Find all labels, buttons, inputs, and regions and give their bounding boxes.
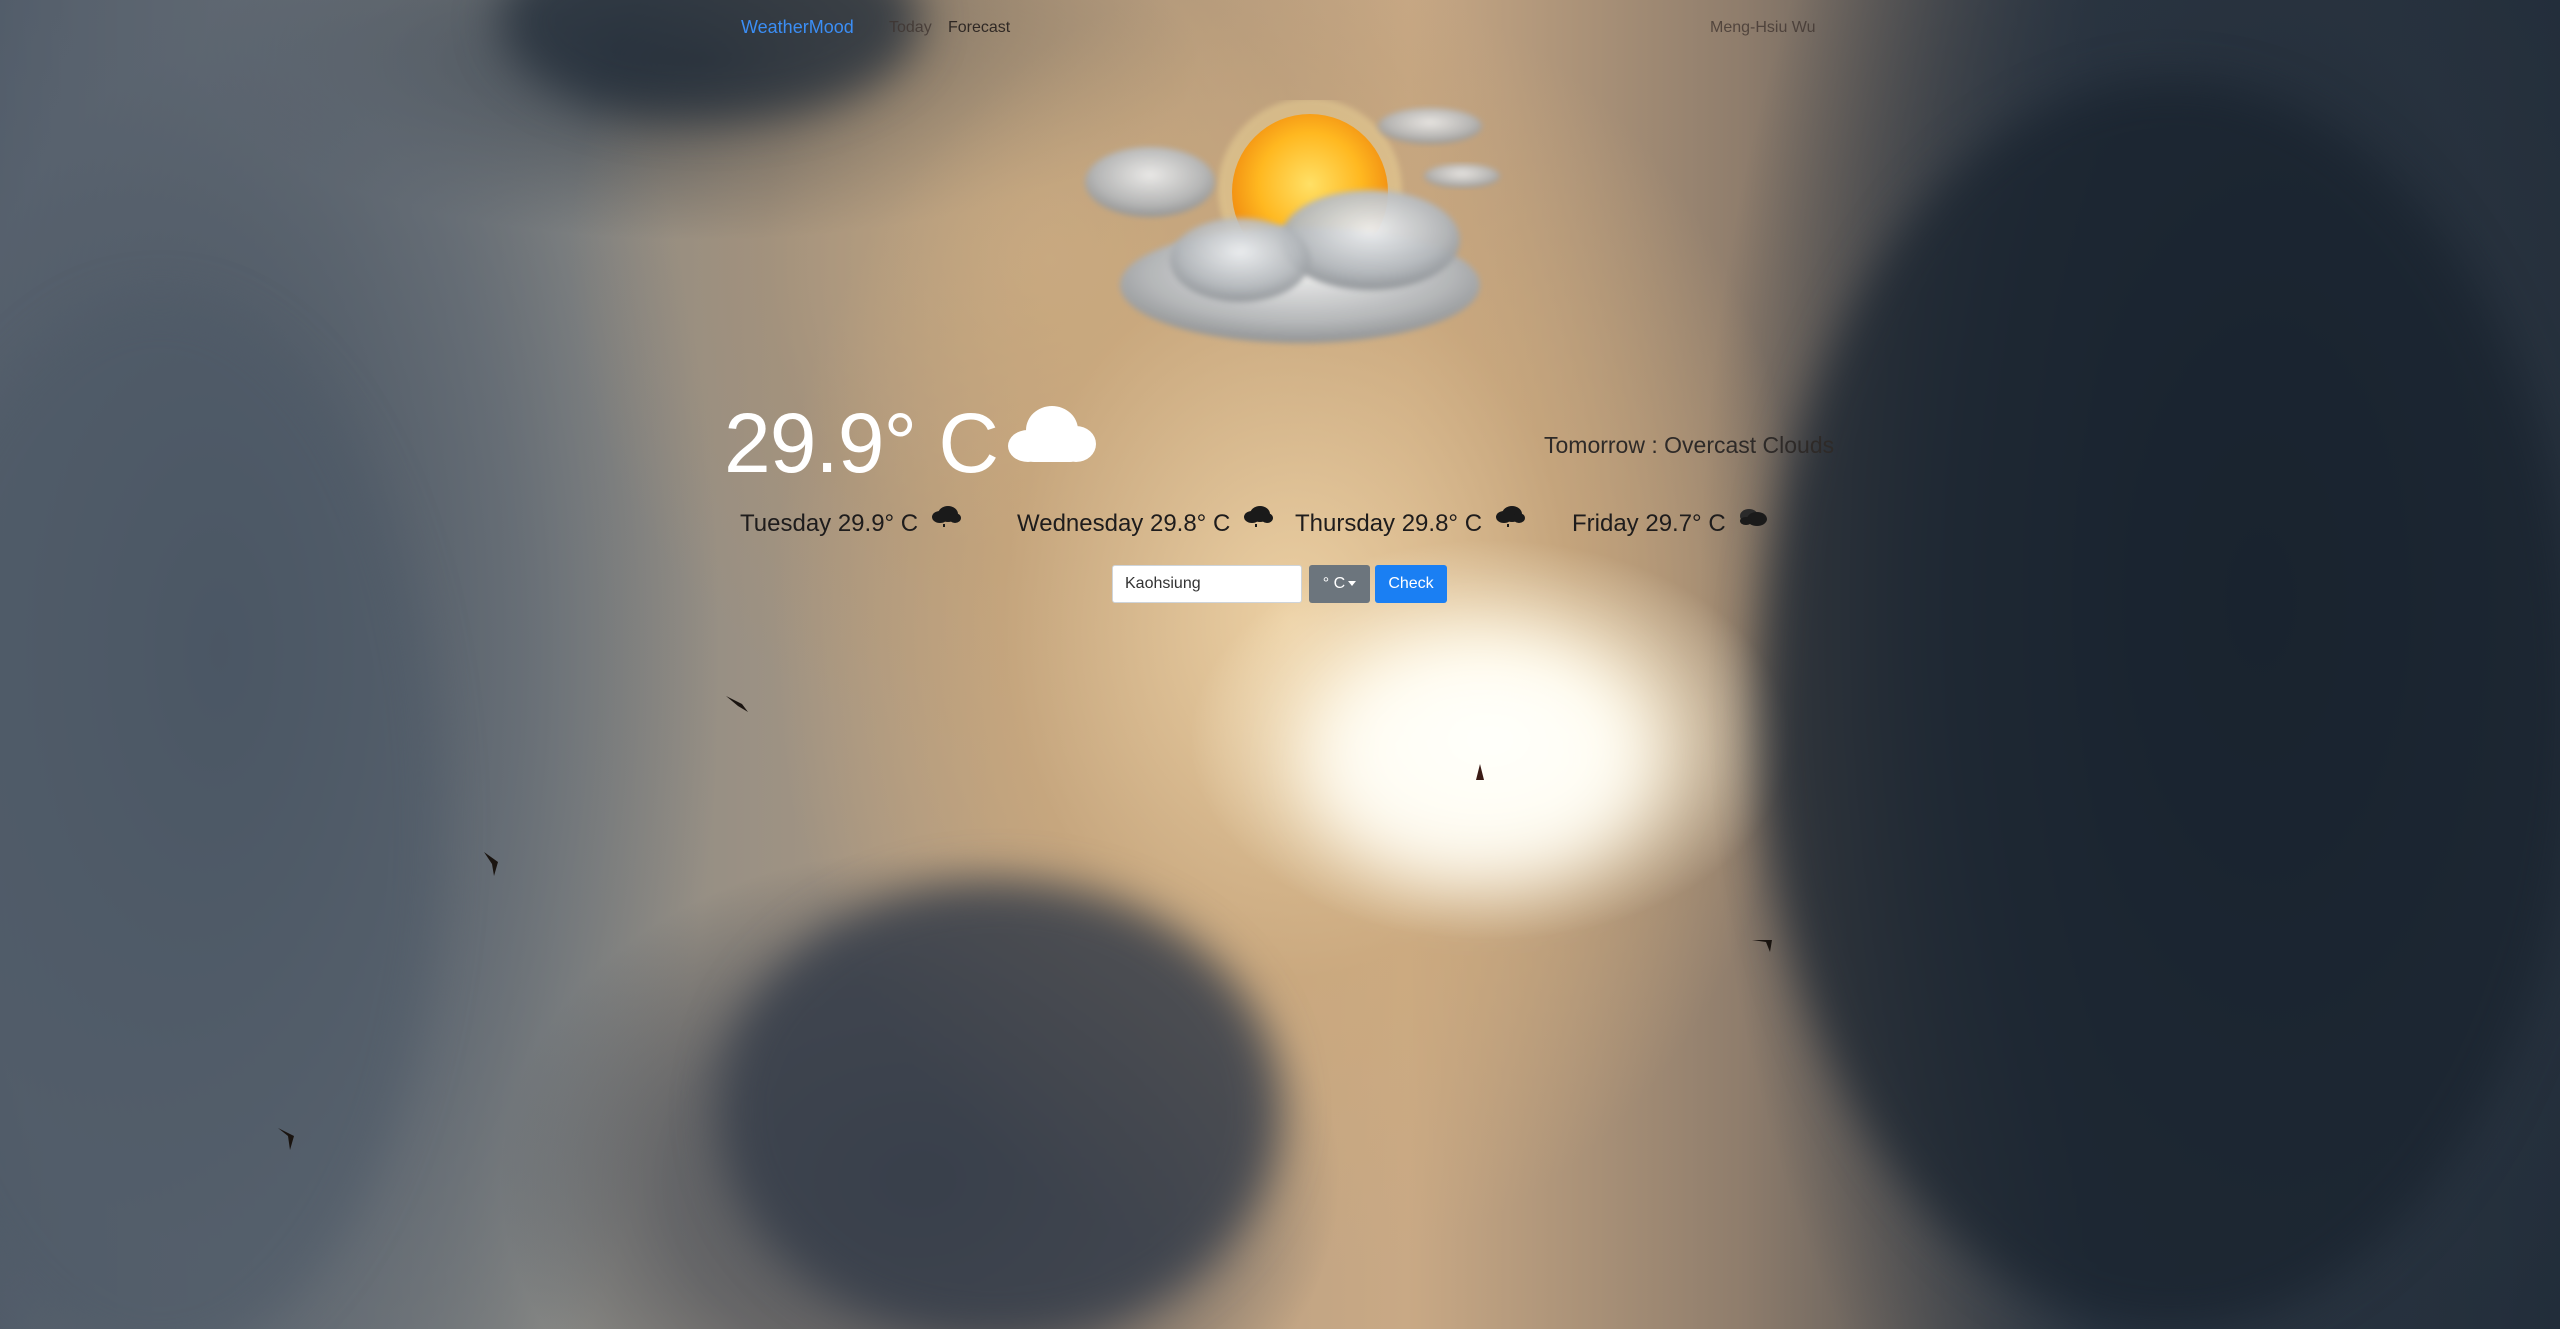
forecast-day-label: Wednesday 29.8° C xyxy=(1017,510,1231,537)
navbar: WeatherMood Today Forecast Meng-Hsiu Wu xyxy=(0,0,2560,56)
caret-down-icon xyxy=(1348,581,1357,587)
forecast-day: Thursday 29.8° C xyxy=(1295,506,1525,538)
brand-link[interactable]: WeatherMood xyxy=(741,17,854,38)
forecast-day: Tuesday 29.9° C xyxy=(740,506,961,538)
bird-icon xyxy=(1476,764,1484,780)
unit-dropdown-button[interactable]: ° C xyxy=(1309,565,1370,603)
rain-cloud-icon xyxy=(931,506,961,527)
rain-cloud-icon xyxy=(1243,506,1273,527)
overcast-cloud-icon xyxy=(1740,509,1768,526)
forecast-day-label: Tuesday 29.9° C xyxy=(740,510,919,537)
current-temperature: 29.9° C xyxy=(724,396,999,490)
nav-link-today[interactable]: Today xyxy=(889,19,932,37)
unit-label: ° C xyxy=(1322,575,1346,592)
tomorrow-summary: Tomorrow : Overcast Clouds xyxy=(1544,432,1835,458)
check-button[interactable]: Check xyxy=(1375,565,1447,603)
bird-icon xyxy=(484,852,498,876)
forecast-day: Friday 29.7° C xyxy=(1572,509,1768,538)
bird-icon xyxy=(726,696,748,712)
cloud-icon xyxy=(1008,406,1096,462)
background-cloud xyxy=(1310,640,1650,880)
weather-page: WeatherMood Today Forecast Meng-Hsiu Wu xyxy=(0,0,2560,1329)
background-cloud xyxy=(1760,80,2560,1329)
nav-link-forecast[interactable]: Forecast xyxy=(948,19,1010,37)
bird-icon xyxy=(1752,940,1772,952)
background-cloud xyxy=(720,880,1280,1329)
rain-cloud-icon xyxy=(1495,506,1525,527)
forecast-day-label: Thursday 29.8° C xyxy=(1295,510,1483,537)
bird-icon xyxy=(278,1128,294,1150)
city-input[interactable] xyxy=(1112,565,1302,603)
background-cloud xyxy=(0,300,440,1329)
forecast-day-label: Friday 29.7° C xyxy=(1572,510,1726,537)
user-name: Meng-Hsiu Wu xyxy=(1710,19,1816,36)
partly-sunny-icon xyxy=(1085,100,1500,343)
forecast-day: Wednesday 29.8° C xyxy=(1017,506,1273,538)
